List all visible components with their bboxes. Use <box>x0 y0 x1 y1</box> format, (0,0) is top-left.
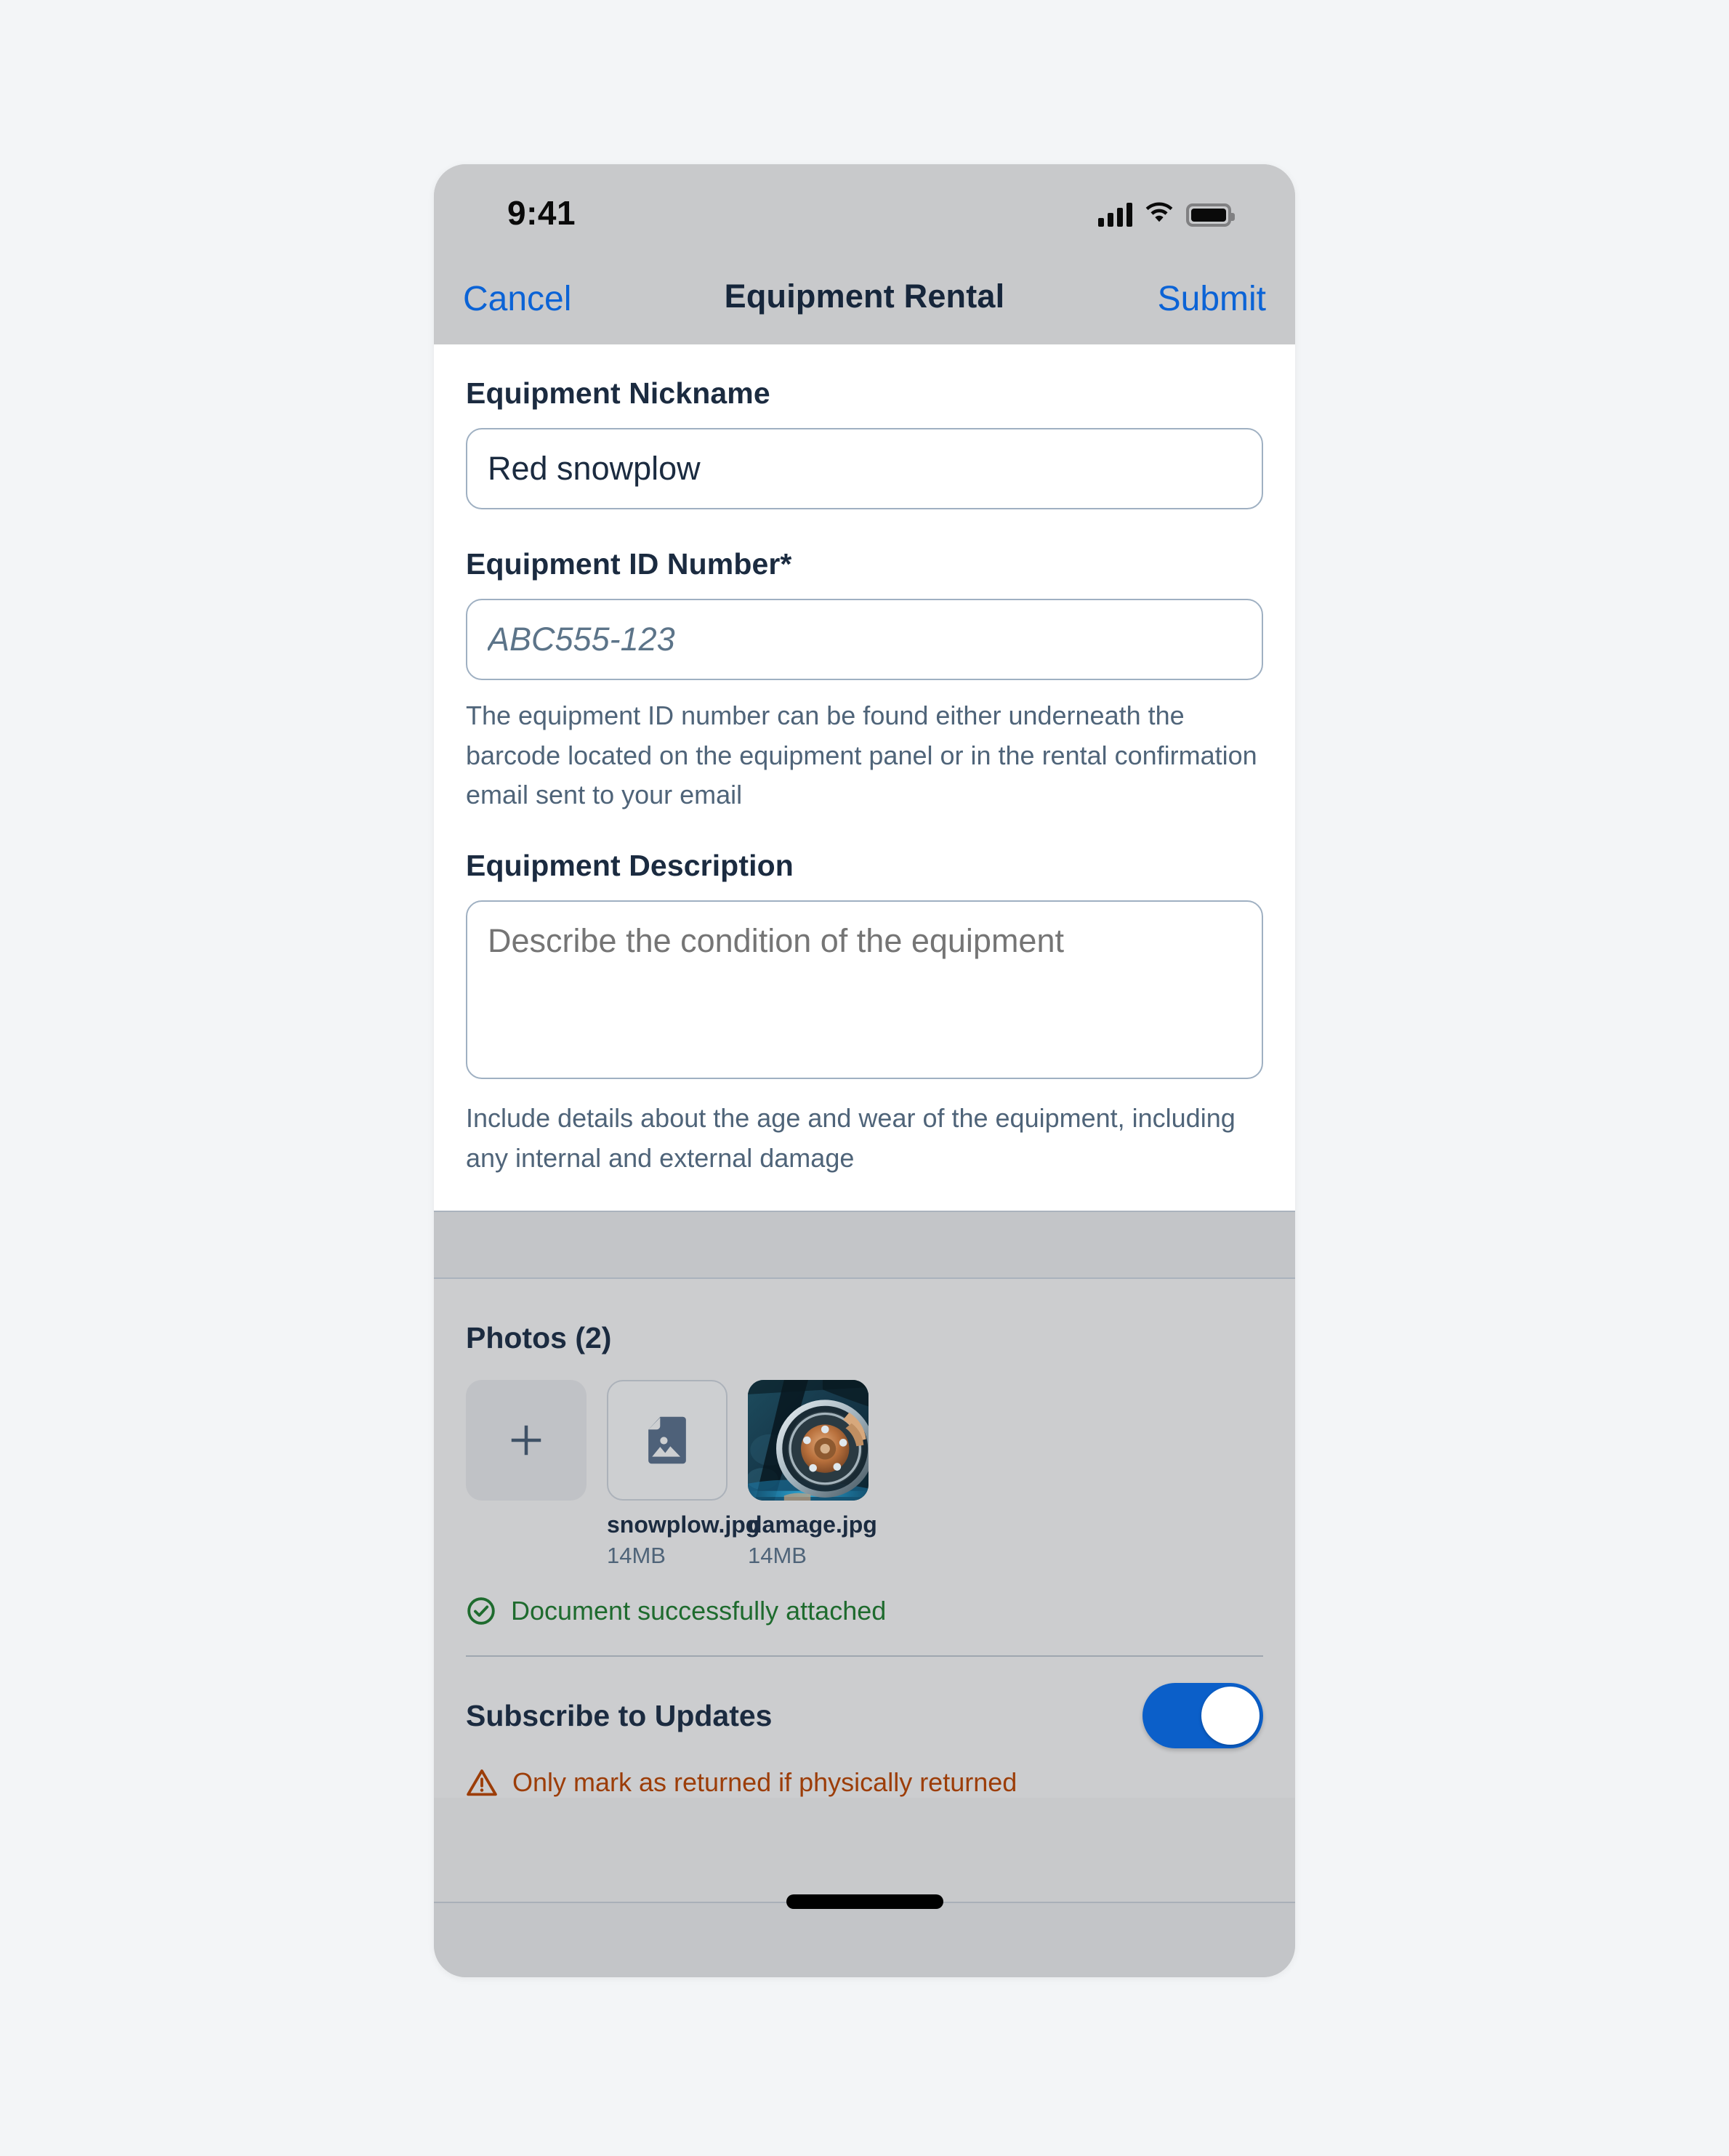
nickname-input[interactable] <box>466 428 1263 509</box>
subscribe-row: Subscribe to Updates <box>466 1657 1263 1749</box>
document-image-icon <box>648 1416 686 1464</box>
field-equipment-description: Equipment Description Include details ab… <box>466 849 1263 1178</box>
photo-item-snowplow: snowplow.jpg 14MB <box>607 1380 760 1569</box>
nickname-label: Equipment Nickname <box>466 376 770 410</box>
phone-frame: 9:41 Cancel Equipment Rental Submit Equi… <box>434 164 1295 1977</box>
attachment-status: Document successfully attached <box>466 1596 1263 1626</box>
section-divider-band <box>434 1211 1295 1279</box>
wifi-icon <box>1144 198 1174 227</box>
submit-button[interactable]: Submit <box>1148 276 1276 322</box>
brake-disc-photo <box>748 1380 868 1501</box>
equipment-id-input[interactable] <box>466 599 1263 680</box>
return-warning-text: Only mark as returned if physically retu… <box>512 1767 1017 1798</box>
photo-file-size: 14MB <box>607 1543 666 1569</box>
return-warning: Only mark as returned if physically retu… <box>466 1767 1263 1798</box>
home-indicator-area <box>434 1894 1295 1977</box>
equipment-id-helper-text: The equipment ID number can be found eit… <box>466 701 1257 810</box>
photo-file-size: 14MB <box>748 1543 807 1569</box>
attachment-status-text: Document successfully attached <box>511 1596 887 1626</box>
battery-icon <box>1186 203 1235 227</box>
photo-thumbnail[interactable] <box>748 1380 868 1501</box>
description-textarea[interactable] <box>466 900 1263 1080</box>
toggle-knob <box>1201 1687 1260 1745</box>
navigation-bar: Cancel Equipment Rental Submit <box>434 251 1295 344</box>
description-helper-text: Include details about the age and wear o… <box>466 1103 1236 1173</box>
attachments-panel: Photos (2) snowplow.jpg 14MB damage.jpg … <box>434 1279 1295 1798</box>
cellular-signal-icon <box>1098 202 1132 227</box>
photos-thumbnail-row: snowplow.jpg 14MB damage.jpg 14MB <box>466 1380 1263 1568</box>
field-equipment-id: Equipment ID Number* The equipment ID nu… <box>466 547 1263 815</box>
warning-triangle-icon <box>467 1769 497 1796</box>
screen-canvas: 9:41 Cancel Equipment Rental Submit Equi… <box>0 0 1729 2156</box>
equipment-id-label: Equipment ID Number* <box>466 547 792 581</box>
description-label: Equipment Description <box>466 849 794 883</box>
status-bar: 9:41 <box>434 164 1295 251</box>
photo-item-damage: damage.jpg 14MB <box>748 1380 877 1569</box>
form-panel: Equipment Nickname Equipment ID Number* … <box>434 344 1295 1211</box>
field-equipment-nickname: Equipment Nickname <box>466 376 1263 509</box>
subscribe-label: Subscribe to Updates <box>466 1698 773 1732</box>
status-bar-icons <box>1098 195 1235 227</box>
home-indicator[interactable] <box>786 1894 943 1909</box>
photo-file-name: snowplow.jpg <box>607 1511 760 1538</box>
add-photo-column <box>466 1380 587 1501</box>
photo-thumbnail[interactable] <box>607 1380 728 1501</box>
plus-icon <box>511 1425 541 1455</box>
status-bar-time: 9:41 <box>507 194 576 232</box>
photos-section-title: Photos (2) <box>466 1321 612 1354</box>
add-photo-button[interactable] <box>466 1380 587 1501</box>
photo-file-name: damage.jpg <box>748 1511 877 1538</box>
check-circle-icon <box>467 1597 495 1626</box>
subscribe-toggle[interactable] <box>1142 1683 1263 1749</box>
